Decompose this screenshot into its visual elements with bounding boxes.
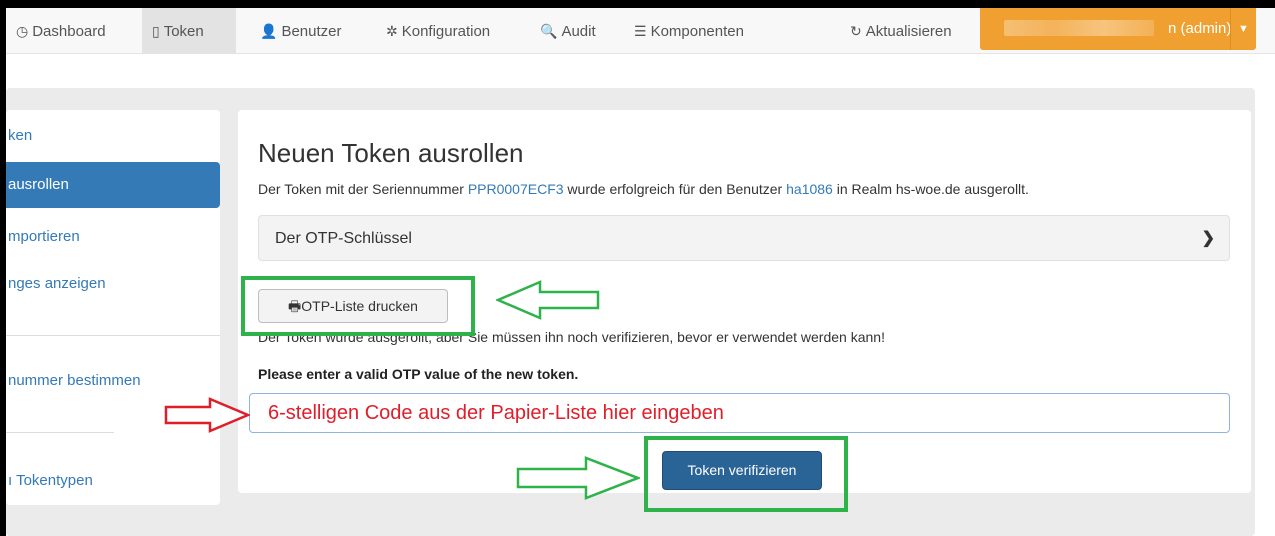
sidebar-item-label: ken — [8, 127, 33, 144]
nav-komponenten-label: Komponenten — [650, 23, 744, 40]
chevron-right-icon: ❯ — [1201, 230, 1215, 247]
nav-benutzer[interactable]: 👤 Benutzer — [250, 8, 351, 54]
nav-audit[interactable]: 🔍 Audit — [530, 8, 606, 54]
otp-prompt: Please enter a valid OTP value of the ne… — [258, 366, 579, 382]
refresh-label: Aktualisieren — [865, 23, 952, 40]
tablet-icon: ▯ — [152, 23, 160, 39]
nav-konfiguration[interactable]: ✲ Konfiguration — [376, 8, 500, 54]
serial-link[interactable]: PPR0007ECF3 — [468, 181, 564, 197]
nav-dashboard-label: Dashboard — [32, 23, 106, 40]
sidebar-item-label: ı Tokentypen — [8, 472, 93, 489]
sidebar-item-label: ausrollen — [8, 176, 69, 193]
msg-text: wurde erfolgreich für den Benutzer — [563, 181, 787, 197]
user-role-label: n (admin) — [1168, 20, 1232, 37]
caret-down-icon[interactable]: ▼ — [1230, 8, 1256, 50]
nav-konfiguration-label: Konfiguration — [401, 23, 491, 40]
otp-input[interactable] — [249, 393, 1230, 433]
sidebar-item-challenges[interactable]: nges anzeigen — [6, 261, 220, 307]
sidebar-item-tokens[interactable]: ken — [6, 113, 220, 159]
refresh-icon: ↻ — [850, 23, 862, 39]
gear-icon: ✲ — [386, 23, 398, 39]
search-icon: 🔍 — [540, 23, 558, 39]
nav-token-label: Token — [163, 23, 204, 40]
user-icon: 👤 — [260, 23, 278, 39]
nav-audit-label: Audit — [561, 23, 596, 40]
sidebar-item-label: nummer bestimmen — [8, 372, 141, 389]
refresh-button[interactable]: ↻ Aktualisieren — [840, 8, 962, 54]
otp-key-accordion[interactable]: Der OTP-Schlüssel ❯ — [258, 215, 1230, 261]
sidebar-item-tokentypen[interactable]: ı Tokentypen — [6, 458, 220, 504]
list-icon: ☰ — [634, 23, 647, 39]
highlight-box-verify — [644, 436, 848, 512]
green-arrow-left-icon — [496, 280, 600, 320]
user-link[interactable]: ha1086 — [786, 181, 833, 197]
sidebar-item-importieren[interactable]: mportieren — [6, 214, 220, 260]
accordion-label: Der OTP-Schlüssel — [275, 230, 412, 247]
green-arrow-right-icon — [516, 456, 640, 500]
frame-border-top — [0, 0, 1275, 8]
screen: ◷ Dashboard ▯ Token 👤 Benutzer ✲ Konfigurati… — [0, 0, 1275, 536]
redacted-username — [1004, 20, 1154, 36]
nav-token[interactable]: ▯ Token — [142, 8, 236, 54]
sidebar-divider — [6, 432, 114, 433]
nav-benutzer-label: Benutzer — [281, 23, 342, 40]
red-arrow-right-icon — [164, 397, 250, 433]
top-navbar: ◷ Dashboard ▯ Token 👤 Benutzer ✲ Konfigurati… — [6, 8, 1275, 54]
nav-dashboard[interactable]: ◷ Dashboard — [6, 8, 116, 54]
sidebar-divider — [6, 335, 220, 336]
highlight-box-print — [241, 276, 475, 336]
page-title: Neuen Token ausrollen — [258, 138, 524, 168]
sidebar-item-ausrollen[interactable]: ausrollen — [6, 162, 220, 208]
nav-komponenten[interactable]: ☰ Komponenten — [624, 8, 754, 54]
msg-text: Der Token mit der Seriennummer — [258, 181, 468, 197]
sidebar-item-label: mportieren — [8, 228, 80, 245]
msg-text: in Realm hs-woe.de ausgerollt. — [832, 181, 1029, 197]
success-message: Der Token mit der Seriennummer PPR0007EC… — [258, 181, 1029, 197]
user-menu-button[interactable]: n (admin) ▼ — [980, 8, 1256, 50]
sidebar-item-label: nges anzeigen — [8, 275, 106, 292]
clock-icon: ◷ — [16, 23, 29, 39]
